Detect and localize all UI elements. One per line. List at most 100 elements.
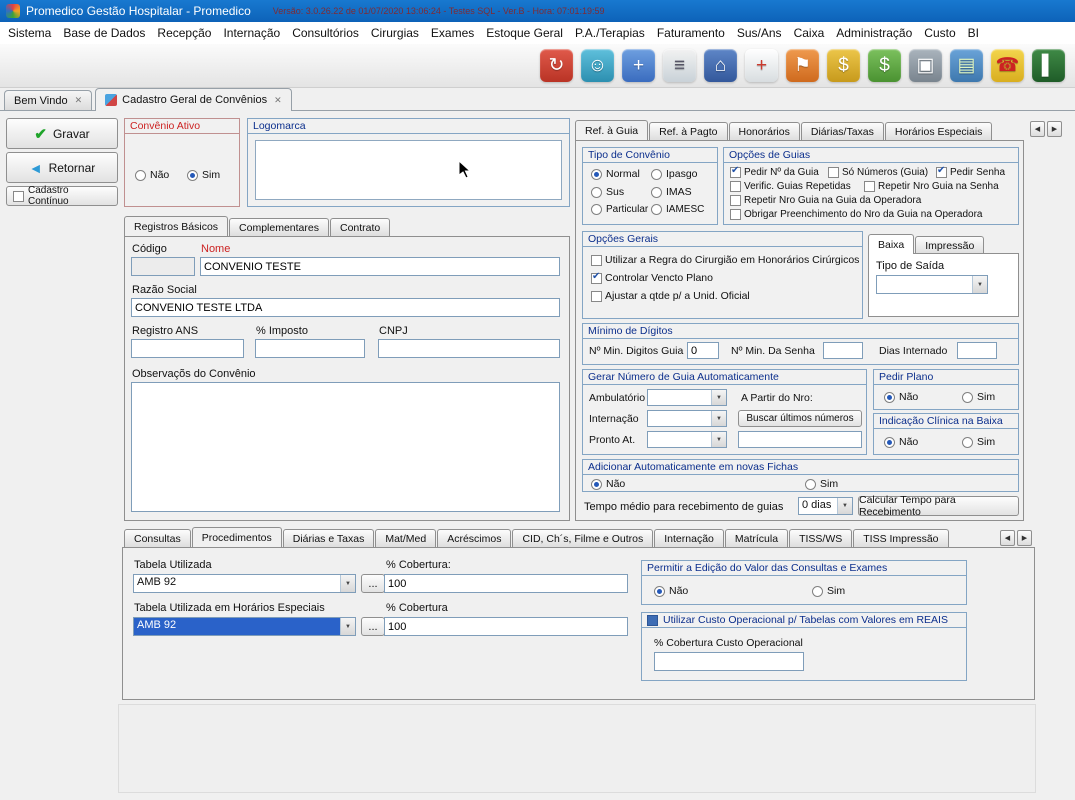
checkbox-regra-cirurgiao[interactable]: Utilizar a Regra do Cirurgião em Honorár… — [591, 254, 859, 266]
bottom-tab-scroll-right-button[interactable]: ▶ — [1017, 530, 1032, 546]
menu-cirurgias[interactable]: Cirurgias — [365, 24, 425, 42]
sync-icon[interactable]: ↻ — [540, 49, 573, 82]
reception-people-icon[interactable]: ☺ — [581, 49, 614, 82]
dias-internado-input[interactable] — [957, 342, 997, 359]
custo-operacional-checkbox[interactable] — [647, 615, 658, 626]
imposto-input[interactable] — [255, 339, 365, 358]
menu-pa-terapias[interactable]: P.A./Terapias — [569, 24, 651, 42]
tab-diarias-e-taxas[interactable]: Diárias e Taxas — [283, 529, 375, 547]
tab-complementares[interactable]: Complementares — [229, 218, 329, 236]
menu-consultorios[interactable]: Consultórios — [286, 24, 365, 42]
radio-pedir-plano-nao[interactable]: Não — [884, 391, 918, 403]
razao-social-input[interactable] — [131, 298, 560, 317]
radio-indicacao-sim[interactable]: Sim — [962, 436, 995, 448]
tipo-saida-dropdown[interactable]: ▼ — [876, 275, 988, 294]
logomarca-image-well[interactable] — [255, 140, 562, 200]
prescription-icon[interactable]: ≡ — [663, 49, 696, 82]
min-digitos-guia-input[interactable] — [687, 342, 719, 359]
menu-bi[interactable]: BI — [962, 24, 985, 42]
tabela-especial-browse-button[interactable]: ... — [361, 617, 385, 636]
menu-internacao[interactable]: Internação — [217, 24, 286, 42]
stock-map-icon[interactable]: ⚑ — [786, 49, 819, 82]
cobertura2-input[interactable] — [384, 617, 628, 636]
safe-icon[interactable]: ▣ — [909, 49, 942, 82]
checkbox-pedir-senha[interactable]: Pedir Senha — [936, 167, 1005, 178]
menu-custo[interactable]: Custo — [918, 24, 961, 42]
radio-tipo-sus[interactable]: Sus — [591, 186, 624, 198]
radio-tipo-normal[interactable]: Normal — [591, 168, 640, 180]
radio-adicionar-sim[interactable]: Sim — [805, 478, 838, 490]
checkbox-pedir-numero-guia[interactable]: Pedir Nº da Guia — [730, 167, 819, 178]
checkbox-repetir-nro-guia-senha[interactable]: Repetir Nro Guia na Senha — [864, 181, 999, 192]
tab-tiss-impressao[interactable]: TISS Impressão — [853, 529, 948, 547]
checkbox-controlar-vencto-plano[interactable]: Controlar Vencto Plano — [591, 272, 713, 284]
checkbox-verific-guias-repetidas[interactable]: Verific. Guias Repetidas — [730, 181, 851, 192]
tab-baixa[interactable]: Baixa — [868, 234, 914, 254]
tempo-medio-dropdown[interactable]: 0 dias ▼ — [798, 497, 853, 515]
bottom-tab-scroll-left-button[interactable]: ◀ — [1000, 530, 1015, 546]
tab-bem-vindo[interactable]: Bem Vindo ✕ — [4, 90, 92, 110]
radio-permitir-sim[interactable]: Sim — [812, 585, 845, 597]
buscar-ultimos-numeros-button[interactable]: Buscar últimos números — [738, 410, 862, 427]
tab-cid-chs-filme-outros[interactable]: CID, Ch´s, Filme e Outros — [512, 529, 653, 547]
min-senha-input[interactable] — [823, 342, 863, 359]
cobertura-custo-input[interactable] — [654, 652, 804, 671]
tab-tiss-ws[interactable]: TISS/WS — [789, 529, 852, 547]
checkbox-repetir-nro-guia-operadora[interactable]: Repetir Nro Guia na Guia da Operadora — [730, 195, 921, 206]
radio-indicacao-nao[interactable]: Não — [884, 436, 918, 448]
tab-consultas[interactable]: Consultas — [124, 529, 191, 547]
tab-internacao-bottom[interactable]: Internação — [654, 529, 724, 547]
dropdown-arrow-icon[interactable]: ▼ — [837, 498, 852, 514]
menu-recepcao[interactable]: Recepção — [151, 24, 217, 42]
dropdown-arrow-icon[interactable]: ▼ — [711, 411, 726, 426]
schedule-icon[interactable]: ▤ — [950, 49, 983, 82]
dropdown-arrow-icon[interactable]: ▼ — [340, 618, 355, 635]
observacoes-textarea[interactable] — [131, 382, 560, 512]
tab-procedimentos[interactable]: Procedimentos — [192, 527, 282, 547]
close-icon[interactable]: ✕ — [274, 95, 282, 106]
menu-caixa[interactable]: Caixa — [788, 24, 831, 42]
tab-honorarios[interactable]: Honorários — [729, 122, 800, 140]
ambulance-icon[interactable]: + — [745, 49, 778, 82]
pronto-at-dropdown[interactable]: ▼ — [647, 431, 727, 448]
menu-sus-ans[interactable]: Sus/Ans — [731, 24, 788, 42]
menu-base-de-dados[interactable]: Base de Dados — [57, 24, 151, 42]
radio-convenio-ativo-nao[interactable]: Não — [135, 169, 169, 181]
tab-mat-med[interactable]: Mat/Med — [375, 529, 436, 547]
hospital-bed-icon[interactable]: ⌂ — [704, 49, 737, 82]
doctor-icon[interactable]: + — [622, 49, 655, 82]
manual-book-icon[interactable]: ▌ — [1032, 49, 1065, 82]
close-icon[interactable]: ✕ — [75, 95, 83, 106]
radio-adicionar-nao[interactable]: Não — [591, 478, 625, 490]
tab-registros-basicos[interactable]: Registros Básicos — [124, 216, 228, 236]
billing-gold-icon[interactable]: $ — [827, 49, 860, 82]
tab-cadastro-geral-convenios[interactable]: Cadastro Geral de Convênios ✕ — [95, 88, 291, 111]
codigo-input[interactable] — [131, 257, 195, 276]
radio-convenio-ativo-sim[interactable]: Sim — [187, 169, 220, 181]
menu-faturamento[interactable]: Faturamento — [651, 24, 731, 42]
internacao-dropdown[interactable]: ▼ — [647, 410, 727, 427]
nome-input[interactable] — [200, 257, 560, 276]
calcular-tempo-button[interactable]: Calcular Tempo para Recebimento — [858, 496, 1019, 516]
tab-contrato[interactable]: Contrato — [330, 218, 390, 236]
radio-tipo-particular[interactable]: Particular — [591, 204, 648, 215]
cobertura-input[interactable] — [384, 574, 628, 593]
tabela-utilizada-dropdown[interactable]: AMB 92 ▼ — [133, 574, 356, 593]
gravar-button[interactable]: ✔ Gravar — [6, 118, 118, 149]
cadastro-continuo-checkbox[interactable] — [13, 191, 24, 202]
tab-impressao[interactable]: Impressão — [915, 236, 984, 254]
dropdown-arrow-icon[interactable]: ▼ — [972, 276, 987, 293]
tab-ref-a-guia[interactable]: Ref. à Guia — [575, 120, 648, 140]
cnpj-input[interactable] — [378, 339, 560, 358]
menu-estoque-geral[interactable]: Estoque Geral — [480, 24, 569, 42]
a-partir-do-nro-input[interactable] — [738, 431, 862, 448]
tab-scroll-left-button[interactable]: ◀ — [1030, 121, 1045, 137]
cash-icon[interactable]: $ — [868, 49, 901, 82]
tab-horarios-especiais[interactable]: Horários Especiais — [885, 122, 993, 140]
tabela-especial-dropdown[interactable]: AMB 92 ▼ — [133, 617, 356, 636]
radio-tipo-iamesc[interactable]: IAMESC — [651, 204, 704, 215]
tab-ref-a-pagto[interactable]: Ref. à Pagto — [649, 122, 727, 140]
ambulatorio-dropdown[interactable]: ▼ — [647, 389, 727, 406]
dropdown-arrow-icon[interactable]: ▼ — [711, 390, 726, 405]
retornar-button[interactable]: ◄ Retornar — [6, 152, 118, 183]
